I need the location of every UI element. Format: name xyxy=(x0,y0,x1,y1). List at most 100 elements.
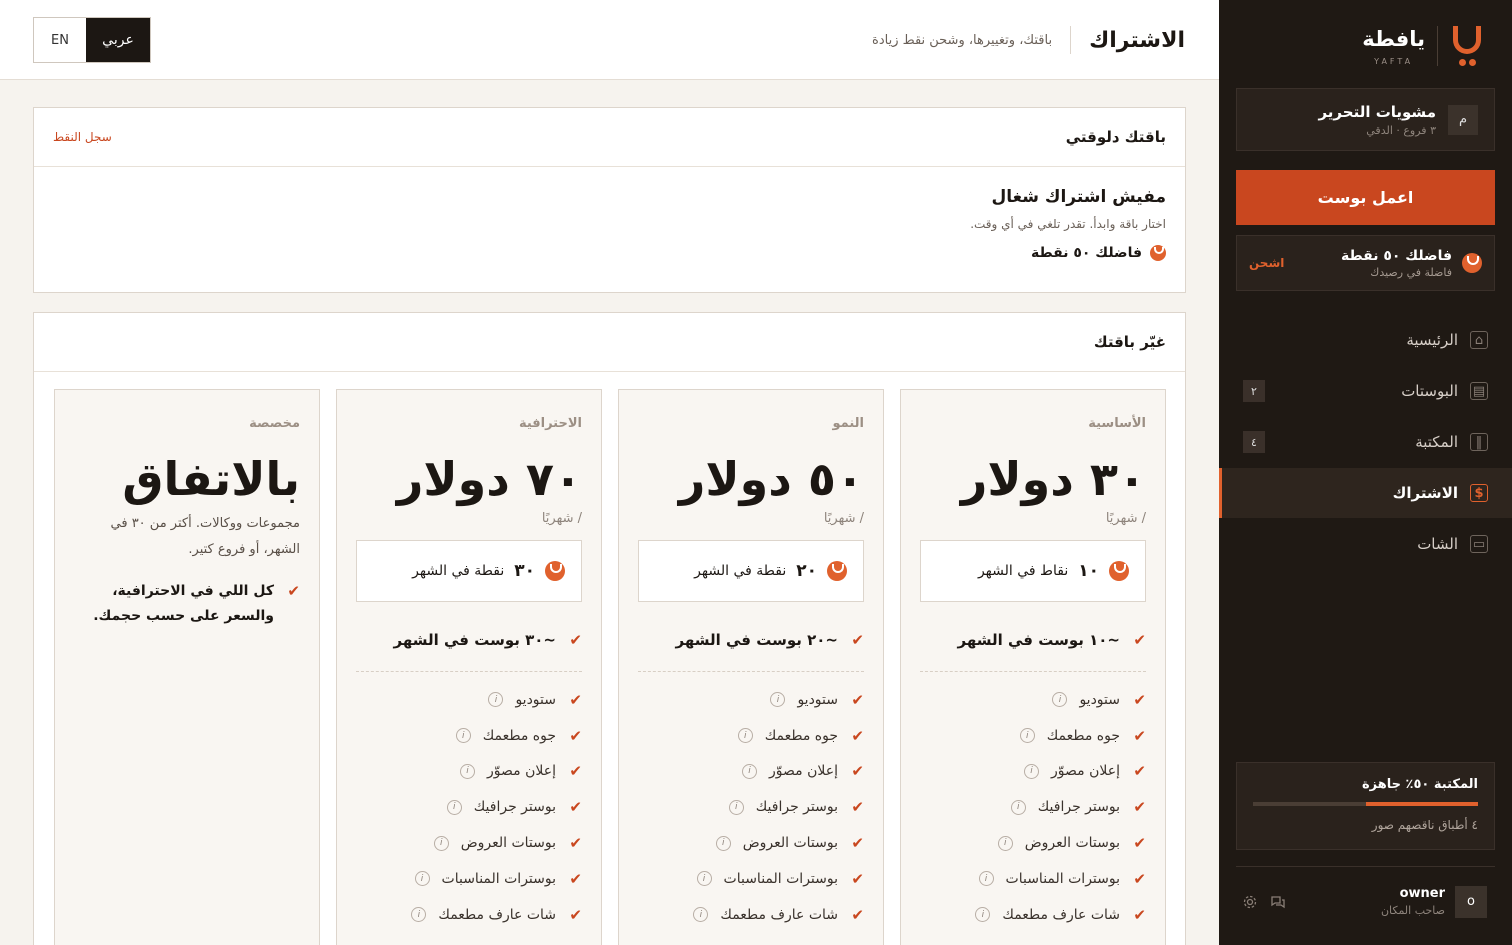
change-plan-card: غيّر باقتك الأساسية ٣٠ دولار / شهريًا ١٠… xyxy=(33,312,1186,945)
current-plan-card: باقتك دلوقتي سجل النقط مفيش اشتراك شغال … xyxy=(33,107,1186,293)
library-progress-bar xyxy=(1253,802,1478,806)
check-icon: ✔ xyxy=(569,869,582,888)
sidebar-item-label: الرئيسية xyxy=(1406,331,1458,349)
plan-feature: ✔ كل اللي في الاحترافية، والسعر على حسب … xyxy=(74,579,300,629)
restaurant-avatar: م xyxy=(1448,104,1478,135)
info-icon[interactable]: i xyxy=(997,835,1013,851)
list-item: ✔ بوستر جرافيك i xyxy=(920,789,1146,825)
chat-icon: ▭ xyxy=(1470,535,1488,553)
library-progress-fill xyxy=(1365,802,1478,806)
info-icon[interactable]: i xyxy=(693,907,709,923)
plan-price: ٧٠ دولار xyxy=(396,452,582,506)
restaurant-name: مشويات التحرير xyxy=(1318,102,1436,121)
feature-label: بوسترات المناسبات xyxy=(723,870,838,887)
plan-card-growth[interactable]: النمو ٥٠ دولار / شهريًا ٢٠ نقطة في الشهر… xyxy=(618,389,884,945)
info-icon[interactable]: i xyxy=(696,871,712,887)
plan-card-pro[interactable]: الاحترافية ٧٠ دولار / شهريًا ٣٠ نقطة في … xyxy=(336,389,602,945)
check-icon: ✔ xyxy=(851,726,864,745)
list-item: ✔ بوسترات المناسبات i xyxy=(638,861,864,897)
plan-points-box: ٢٠ نقطة في الشهر xyxy=(638,540,864,602)
info-icon[interactable]: i xyxy=(460,763,476,779)
check-icon: ✔ xyxy=(851,798,864,817)
plan-card-basic[interactable]: الأساسية ٣٠ دولار / شهريًا ١٠ نقاط في ال… xyxy=(900,389,1166,945)
points-log-link[interactable]: سجل النقط xyxy=(53,130,112,144)
info-icon[interactable]: i xyxy=(770,692,786,708)
list-item: ✔ بوسترات المناسبات i xyxy=(920,861,1146,897)
feature-label: بوستات العروض xyxy=(460,835,556,852)
info-icon[interactable]: i xyxy=(742,763,758,779)
check-icon: ✔ xyxy=(851,905,864,924)
brand-logo[interactable]: يافطة YAFTA xyxy=(1362,22,1484,70)
feature-label: ستوديو xyxy=(515,691,556,708)
list-item: ✔ بوستات العروض i xyxy=(356,825,582,861)
sidebar-item-library[interactable]: ‖ المكتبة ٤ xyxy=(1219,417,1512,467)
current-plan-heading: باقتك دلوقتي xyxy=(1065,128,1166,146)
restaurant-switcher[interactable]: م مشويات التحرير ٣ فروع · الدقي xyxy=(1236,88,1495,151)
check-icon: ✔ xyxy=(569,630,582,649)
info-icon[interactable]: i xyxy=(975,907,991,923)
feature-label: ستوديو xyxy=(1079,691,1120,708)
avatar[interactable]: o xyxy=(1455,885,1487,918)
points-coin-icon xyxy=(545,561,565,581)
page-title: الاشتراك xyxy=(1089,27,1185,53)
feature-label: بوستات العروض xyxy=(1024,835,1120,852)
points-coin-icon xyxy=(1109,561,1129,581)
check-icon: ✔ xyxy=(287,582,300,600)
plan-period: / شهريًا xyxy=(541,511,582,526)
check-icon: ✔ xyxy=(851,869,864,888)
feature-label: بوستر جرافيك xyxy=(1037,799,1120,816)
info-icon[interactable]: i xyxy=(978,871,994,887)
user-name: owner xyxy=(1399,886,1445,901)
info-icon[interactable]: i xyxy=(737,728,753,744)
plan-posts: ✔ ~١٠ بوست في الشهر xyxy=(920,622,1146,672)
info-icon[interactable]: i xyxy=(488,692,504,708)
check-icon: ✔ xyxy=(1133,630,1146,649)
plan-name: النمو xyxy=(832,416,864,431)
plan-posts: ✔ ~٣٠ بوست في الشهر xyxy=(356,622,582,672)
check-icon: ✔ xyxy=(1133,726,1146,745)
plan-card-custom[interactable]: مخصصة بالاتفاق مجموعات ووكالات. أكتر من … xyxy=(54,389,320,945)
topup-link[interactable]: اشحن xyxy=(1249,256,1284,270)
gear-icon[interactable] xyxy=(1242,894,1258,910)
info-icon[interactable]: i xyxy=(446,799,462,815)
info-icon[interactable]: i xyxy=(1024,763,1040,779)
info-icon[interactable]: i xyxy=(728,799,744,815)
sidebar-item-posts[interactable]: ▤ البوستات ٢ xyxy=(1219,366,1512,416)
points-balance-card: فاضلك ٥٠ نقطة فاضلة في رصيدك اشحن xyxy=(1236,235,1495,291)
sidebar-item-subscription[interactable]: $ الاشتراك xyxy=(1219,468,1512,518)
plan-features: ✔ ستوديو i ✔ جوه مطعمك i ✔ إعلان مصوّر i ✔ بوست… xyxy=(638,682,864,933)
points-coin-icon xyxy=(827,561,847,581)
feature-label: بوستات العروض xyxy=(742,835,838,852)
info-icon[interactable]: i xyxy=(411,907,427,923)
lang-ar-button[interactable]: عربي xyxy=(86,18,150,62)
feature-label: جوه مطعمك xyxy=(1046,727,1120,744)
plan-points-number: ٣٠ xyxy=(514,561,535,581)
restaurant-sub: ٣ فروع · الدقي xyxy=(1366,123,1436,137)
list-item: ✔ شات عارف مطعمك i xyxy=(920,897,1146,933)
info-icon[interactable]: i xyxy=(1052,692,1068,708)
current-plan-sub: اختار باقة وابدأ. تقدر تلغي في أي وقت. xyxy=(970,217,1166,231)
sidebar-item-chat[interactable]: ▭ الشات xyxy=(1219,519,1512,569)
lang-en-button[interactable]: EN xyxy=(34,18,86,62)
info-icon[interactable]: i xyxy=(414,871,430,887)
info-icon[interactable]: i xyxy=(433,835,449,851)
check-icon: ✔ xyxy=(851,762,864,781)
library-progress-card[interactable]: المكتبة ٥٠٪ جاهزة ٤ أطباق ناقصهم صور xyxy=(1236,762,1495,850)
check-icon: ✔ xyxy=(569,762,582,781)
list-item: ✔ جوه مطعمك i xyxy=(638,718,864,754)
points-sub: فاضلة في رصيدك xyxy=(1370,265,1452,279)
sidebar-item-home[interactable]: ⌂ الرئيسية xyxy=(1219,315,1512,365)
chat-bubbles-icon[interactable] xyxy=(1270,894,1286,910)
create-post-button[interactable]: اعمل بوست xyxy=(1236,170,1495,225)
info-icon[interactable]: i xyxy=(715,835,731,851)
feature-label: شات عارف مطعمك xyxy=(438,906,556,923)
check-icon: ✔ xyxy=(1133,762,1146,781)
feature-label: جوه مطعمك xyxy=(764,727,838,744)
info-icon[interactable]: i xyxy=(455,728,471,744)
language-switch[interactable]: EN عربي xyxy=(33,17,151,63)
info-icon[interactable]: i xyxy=(1019,728,1035,744)
check-icon: ✔ xyxy=(1133,834,1146,853)
sidebar-item-label: الاشتراك xyxy=(1392,484,1458,502)
info-icon[interactable]: i xyxy=(1010,799,1026,815)
posts-count-badge: ٢ xyxy=(1243,380,1265,402)
